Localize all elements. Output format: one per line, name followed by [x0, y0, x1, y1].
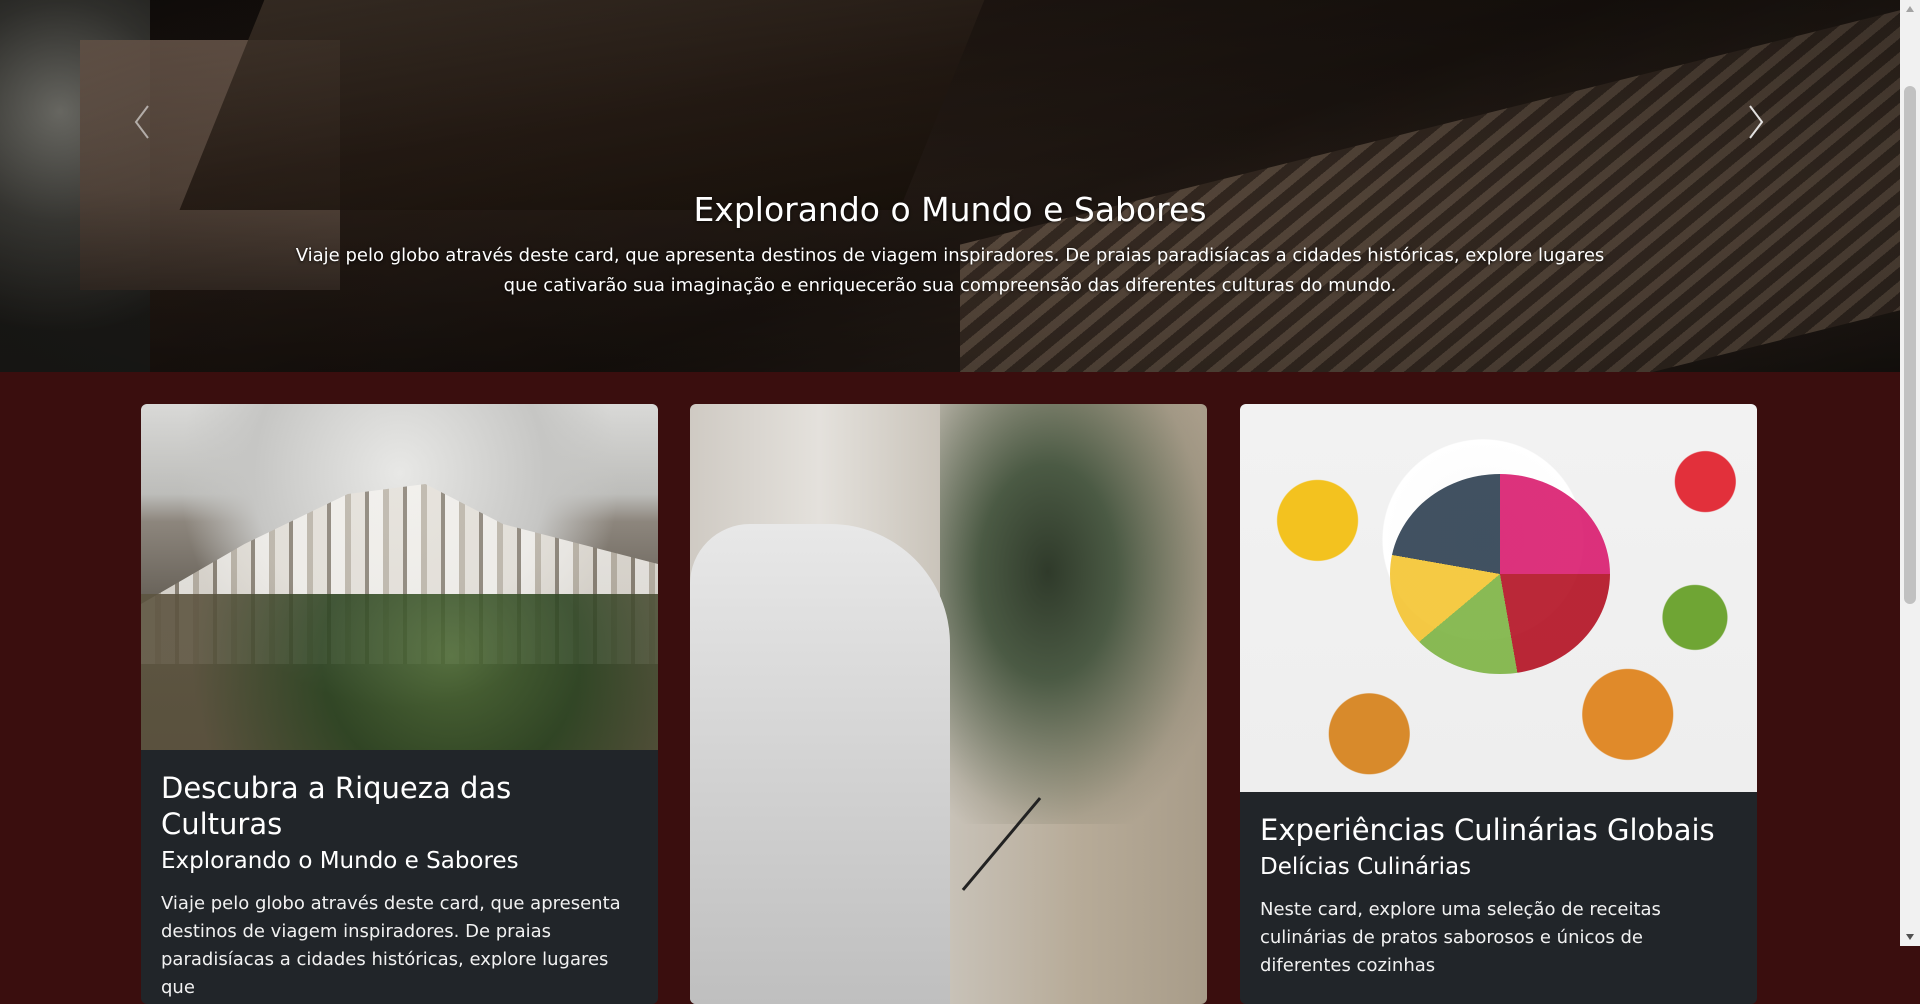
card-text: Neste card, explore uma seleção de recei… [1260, 899, 1661, 976]
card-meditation [690, 404, 1207, 1004]
card-text: Viaje pelo globo através deste card, que… [161, 893, 621, 998]
card-cultures: Descubra a Riqueza das Culturas Exploran… [141, 404, 658, 1004]
chevron-left-icon [134, 105, 149, 139]
carousel-next-button[interactable] [1736, 100, 1776, 144]
card-image-meditation [690, 404, 1207, 1004]
page-scrollbar[interactable] [1900, 0, 1920, 946]
carousel-prev-button[interactable] [122, 100, 162, 144]
caret-up-icon [1906, 6, 1914, 12]
card-title: Experiências Culinárias Globais [1260, 813, 1715, 847]
scroll-up-button[interactable] [1900, 0, 1920, 18]
chevron-right-icon [1749, 105, 1764, 139]
hero-overlay [0, 0, 1900, 372]
card-body: Experiências Culinárias Globais Delícias… [1240, 792, 1757, 980]
hero-carousel: Explorando o Mundo e Sabores Viaje pelo … [0, 0, 1900, 372]
card-subtitle: Delícias Culinárias [1260, 854, 1472, 880]
hero-text: Viaje pelo globo através deste card, que… [295, 245, 1605, 296]
card-image-person [690, 524, 950, 1004]
caret-down-icon [1906, 934, 1914, 940]
card-image-plant [940, 404, 1207, 824]
card-title: Descubra a Riqueza das Culturas [161, 771, 512, 841]
card-image-monastery [141, 404, 658, 750]
card-culinary: Experiências Culinárias Globais Delícias… [1240, 404, 1757, 1004]
card-image-fruit-bowl [1240, 404, 1757, 792]
card-grid: Descubra a Riqueza das Culturas Exploran… [141, 404, 1759, 1004]
card-body: Descubra a Riqueza das Culturas Exploran… [141, 750, 658, 1002]
card-image-bowl [1390, 474, 1610, 674]
hero-caption: Explorando o Mundo e Sabores Viaje pelo … [280, 190, 1620, 301]
scroll-down-button[interactable] [1900, 928, 1920, 946]
hero-title: Explorando o Mundo e Sabores [693, 190, 1207, 229]
card-image-greenery [141, 594, 658, 750]
scrollbar-thumb[interactable] [1904, 86, 1916, 604]
card-subtitle: Explorando o Mundo e Sabores [161, 848, 519, 874]
